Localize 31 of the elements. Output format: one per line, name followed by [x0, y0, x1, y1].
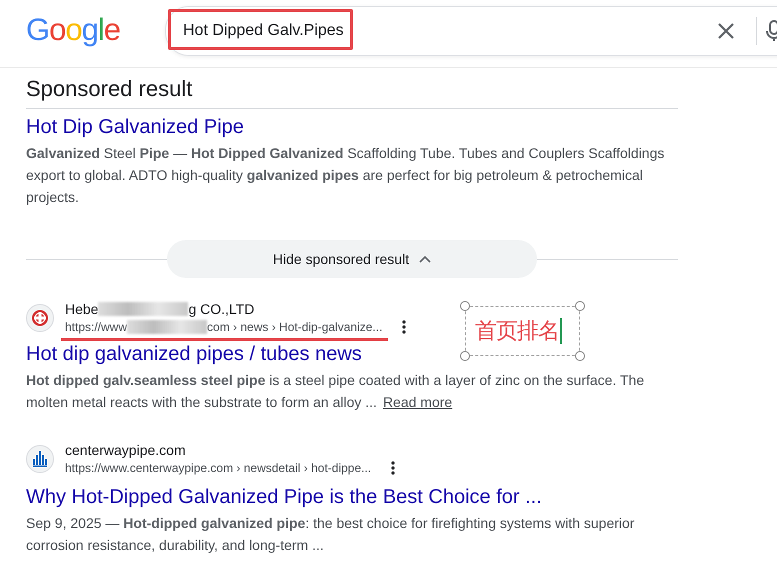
google-logo[interactable]: Google — [26, 12, 165, 48]
result-title-link[interactable]: Why Hot-Dipped Galvanized Pipe is the Best Choice for ... — [26, 484, 542, 510]
section-heading: Sponsored result — [26, 76, 678, 109]
site-name: centerwaypipe.com — [65, 441, 186, 459]
annotation-text: 首页排名 — [475, 318, 559, 346]
result-title-link[interactable]: Hot dip galvanized pipes / tubes news — [26, 341, 362, 367]
hide-ad-button[interactable]: Hide sponsored result — [167, 240, 537, 278]
site-url: com › news › Hot-dip-galvanize... — [207, 319, 382, 336]
result-snippet: Galvanized Steel Pipe — Hot Dipped Galvanized Scaffolding Tube. Tubes and Couplers Scaffoldings export to global. ADTO high-quality galvanized pipes are perfect for big petroleum & petrochemical projects. — [26, 144, 666, 207]
result-snippet: Sep 9, 2025 — Hot-dipped galvanized pipe: the best choice for firefighting systems with superior corrosion resistance, durability, and long-term ... — [26, 514, 636, 555]
more-options-icon[interactable] — [391, 461, 396, 475]
text-cursor — [560, 318, 562, 344]
more-options-icon[interactable] — [402, 320, 406, 334]
resize-handle[interactable] — [575, 301, 585, 311]
resize-handle[interactable] — [460, 351, 470, 361]
site-url: https://www.centerwaypipe.com › newsdetail › hot-dippe... — [65, 460, 372, 477]
search-field[interactable]: Hot Dipped Galv.Pipes — [183, 22, 703, 40]
resize-handle[interactable] — [460, 301, 470, 311]
microphone-icon[interactable] — [766, 20, 777, 42]
site-name: g CO.,LTD — [188, 300, 254, 318]
result-title-link[interactable]: Hot Dip Galvanized Pipe — [26, 114, 244, 140]
emblem-icon — [26, 304, 54, 332]
search-bar[interactable]: Hot Dipped Galv.Pipes — [165, 6, 777, 56]
site-url: https://www — [65, 319, 128, 336]
result-snippet: Hot dipped galv.seamless steel pipe is a steel pipe coated with a layer of zinc on the surface. The molten metal reacts with the substrate to form an alloy ... Read more — [26, 371, 646, 412]
chevron-up-icon — [419, 255, 432, 263]
read-more-link[interactable]: Read more — [382, 394, 452, 410]
towers-icon — [26, 445, 54, 473]
resize-handle[interactable] — [575, 351, 585, 361]
site-name: Hebe — [65, 300, 98, 318]
close-icon[interactable] — [717, 22, 735, 40]
